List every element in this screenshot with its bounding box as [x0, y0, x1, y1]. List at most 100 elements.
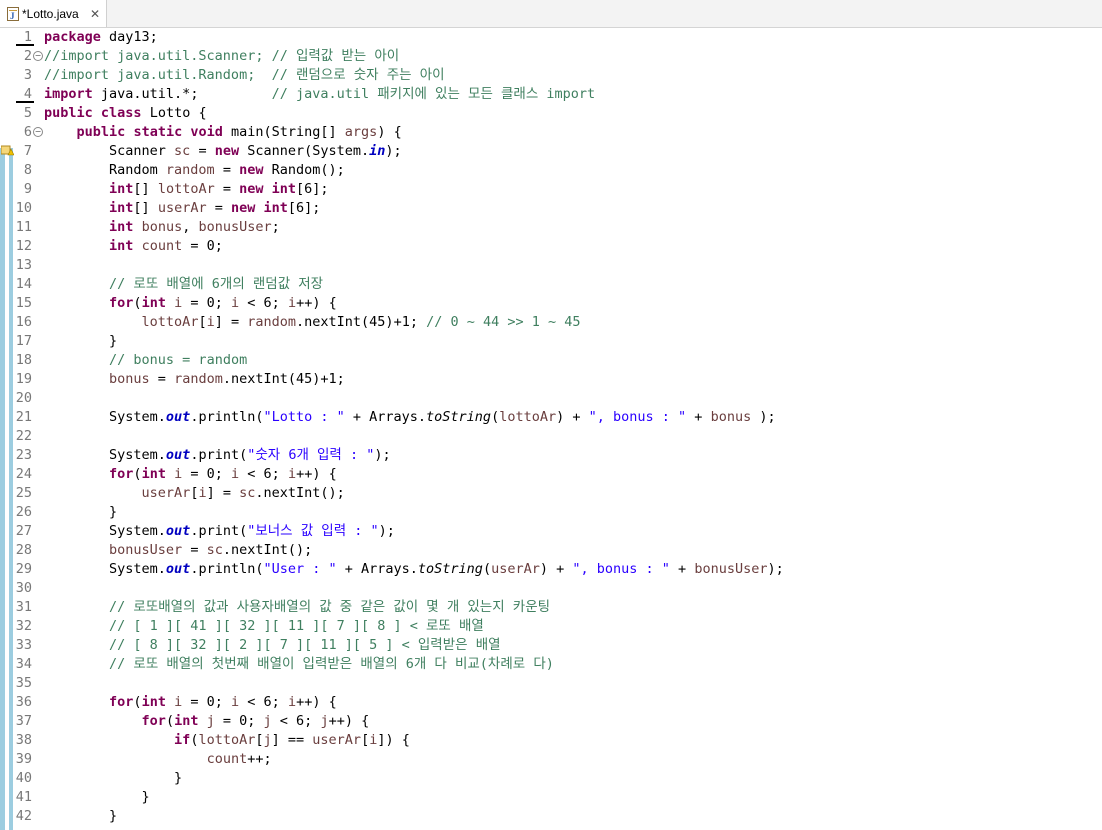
line-number: 26 [15, 504, 32, 520]
line-number: 18 [15, 352, 32, 368]
line-number: 40 [15, 770, 32, 786]
code-line[interactable]: 4 import java.util.*; // java.util 패키지에 있… [0, 85, 1102, 104]
code-line[interactable]: 29 System.out.println("User : " + Arrays… [0, 560, 1102, 579]
line-number: 38 [15, 732, 32, 748]
code-line[interactable]: 7 Scanner sc = new Scanner(System.in); [0, 142, 1102, 161]
code-line[interactable]: 8 Random random = new Random(); [0, 161, 1102, 180]
code-line[interactable]: 15 for(int i = 0; i < 6; i++) { [0, 294, 1102, 313]
code-text: int[] lottoAr = new int[6]; [109, 181, 329, 197]
code-line[interactable]: 27 System.out.print("보너스 값 입력 : "); [0, 522, 1102, 541]
line-number: 27 [15, 523, 32, 539]
code-text: count++; [206, 751, 272, 767]
code-text: } [44, 789, 150, 805]
line-number: 12 [15, 238, 32, 254]
code-line[interactable]: 24 for(int i = 0; i < 6; i++) { [0, 465, 1102, 484]
fold-toggle-icon[interactable]: − [33, 51, 43, 61]
code-line[interactable]: 30 [0, 579, 1102, 598]
code-line[interactable]: 21 System.out.println("Lotto : " + Array… [0, 408, 1102, 427]
tab-lotto-java[interactable]: J *Lotto.java ✕ [0, 0, 107, 27]
code-text: for(int j = 0; j < 6; j++) { [141, 713, 370, 729]
code-text: package day13; [44, 29, 158, 45]
code-text: // [ 1 ][ 41 ][ 32 ][ 11 ][ 7 ][ 8 ] < 로… [109, 618, 484, 634]
code-text: bonus = random.nextInt(45)+1; [109, 371, 345, 387]
code-line[interactable]: 28 bonusUser = sc.nextInt(); [0, 541, 1102, 560]
code-editor[interactable]: 1 package day13; 2−//import java.util.Scan… [0, 28, 1102, 830]
code-text: bonusUser = sc.nextInt(); [109, 542, 313, 558]
line-number: 10 [15, 200, 32, 216]
code-line[interactable]: 5 public class Lotto { [0, 104, 1102, 123]
code-line[interactable]: 31 // 로또배열의 값과 사용자배열의 값 중 같은 값이 몇 개 있는지 … [0, 598, 1102, 617]
code-line[interactable]: 2−//import java.util.Scanner; // 입력값 받는 … [0, 47, 1102, 66]
code-text: public static void main(String[] args) { [76, 124, 402, 140]
code-text: Scanner sc = new Scanner(System.in); [44, 143, 402, 159]
code-line[interactable]: 33 // [ 8 ][ 32 ][ 2 ][ 7 ][ 11 ][ 5 ] <… [0, 636, 1102, 655]
line-number: 32 [15, 618, 32, 634]
code-line[interactable]: 12 int count = 0; [0, 237, 1102, 256]
line-number: 14 [15, 276, 32, 292]
code-line[interactable]: 3 //import java.util.Random; // 랜덤으로 숫자 주… [0, 66, 1102, 85]
code-text: userAr[i] = sc.nextInt(); [141, 485, 345, 501]
code-line[interactable]: 19 bonus = random.nextInt(45)+1; [0, 370, 1102, 389]
line-number: 24 [15, 466, 32, 482]
line-number: 30 [15, 580, 32, 596]
code-text: System.out.print("보너스 값 입력 : "); [44, 523, 395, 539]
line-number: 17 [15, 333, 32, 349]
code-line[interactable]: 20 [0, 389, 1102, 408]
code-line[interactable]: 34 // 로또 배열의 첫번째 배열이 입력받은 배열의 6개 다 비교(차례… [0, 655, 1102, 674]
line-number: 9 [23, 181, 32, 197]
line-number: 39 [15, 751, 32, 767]
code-line[interactable]: 36 for(int i = 0; i < 6; i++) { [0, 693, 1102, 712]
code-text: Random random = new Random(); [44, 162, 345, 178]
code-line[interactable]: 6− public static void main(String[] args… [0, 123, 1102, 142]
line-number: 42 [15, 808, 32, 824]
code-line[interactable]: 22 [0, 427, 1102, 446]
code-line[interactable]: 26 } [0, 503, 1102, 522]
code-line[interactable]: 38 if(lottoAr[j] == userAr[i]) { [0, 731, 1102, 750]
code-line[interactable]: 37 for(int j = 0; j < 6; j++) { [0, 712, 1102, 731]
fold-toggle-icon[interactable]: − [33, 127, 43, 137]
line-number: 36 [15, 694, 32, 710]
code-line[interactable]: 16 lottoAr[i] = random.nextInt(45)+1; //… [0, 313, 1102, 332]
code-line[interactable]: 13 [0, 256, 1102, 275]
code-line[interactable]: 18 // bonus = random [0, 351, 1102, 370]
code-line[interactable]: 35 [0, 674, 1102, 693]
line-number: 11 [15, 219, 32, 235]
code-text: public class Lotto { [44, 105, 207, 121]
line-number: 8 [23, 162, 32, 178]
svg-text:J: J [10, 11, 15, 21]
code-line[interactable]: 40 } [0, 769, 1102, 788]
code-line[interactable]: 9 int[] lottoAr = new int[6]; [0, 180, 1102, 199]
code-line[interactable]: 32 // [ 1 ][ 41 ][ 32 ][ 11 ][ 7 ][ 8 ] … [0, 617, 1102, 636]
code-line[interactable]: 25 userAr[i] = sc.nextInt(); [0, 484, 1102, 503]
code-text: } [44, 770, 183, 786]
line-number: 29 [15, 561, 32, 577]
line-number: 6 [23, 124, 32, 140]
line-number: 23 [15, 447, 32, 463]
line-number: 21 [15, 409, 32, 425]
code-line[interactable]: 23 System.out.print("숫자 6개 입력 : "); [0, 446, 1102, 465]
tab-label: *Lotto.java [22, 7, 79, 21]
code-text: System.out.println("User : " + Arrays.to… [44, 561, 784, 577]
code-text: //import java.util.Random; // 랜덤으로 숫자 주는… [44, 67, 445, 83]
line-number: 5 [23, 105, 32, 121]
code-line[interactable]: 42 } [0, 807, 1102, 826]
code-line[interactable]: 41 } [0, 788, 1102, 807]
code-text: // bonus = random [109, 352, 248, 368]
line-number: 7 [23, 143, 32, 159]
code-text: System.out.println("Lotto : " + Arrays.t… [44, 409, 776, 425]
editor-tab-bar: J *Lotto.java ✕ [0, 0, 1102, 28]
line-number: 25 [15, 485, 32, 501]
code-text: if(lottoAr[j] == userAr[i]) { [174, 732, 410, 748]
line-number: 1 [23, 29, 32, 45]
code-line[interactable]: 14 // 로또 배열에 6개의 랜덤값 저장 [0, 275, 1102, 294]
code-line[interactable]: 17 } [0, 332, 1102, 351]
code-line[interactable]: 1 package day13; [0, 28, 1102, 47]
line-number: 28 [15, 542, 32, 558]
line-number: 41 [15, 789, 32, 805]
code-text: //import java.util.Scanner; // 입력값 받는 아이 [44, 48, 400, 64]
code-line[interactable]: 10 int[] userAr = new int[6]; [0, 199, 1102, 218]
close-icon[interactable]: ✕ [90, 7, 100, 21]
code-line[interactable]: 39 count++; [0, 750, 1102, 769]
code-line[interactable]: 11 int bonus, bonusUser; [0, 218, 1102, 237]
line-number: 2 [23, 48, 32, 64]
